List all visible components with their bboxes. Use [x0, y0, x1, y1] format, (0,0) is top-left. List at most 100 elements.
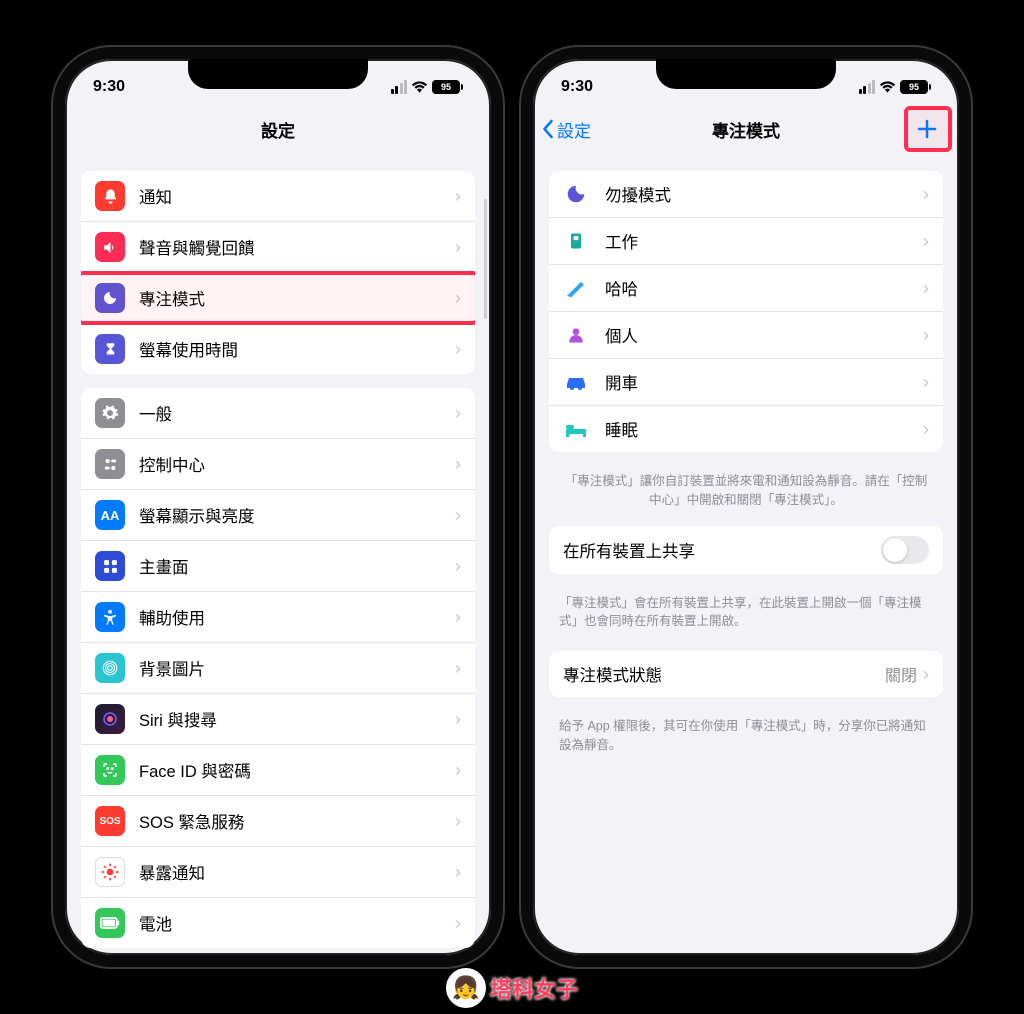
bell-icon [95, 181, 125, 211]
gear-icon [95, 398, 125, 428]
phone-left-settings: 9:30 95 設定 通知 › [53, 47, 503, 967]
row-label: 輔助使用 [139, 605, 455, 629]
row-label: 工作 [605, 229, 923, 253]
chevron-left-icon [541, 119, 554, 139]
row-notifications[interactable]: 通知 › [81, 171, 475, 222]
row-homescreen[interactable]: 主畫面 › [81, 541, 475, 592]
row-label: 主畫面 [139, 554, 455, 578]
footer-share-desc: 「專注模式」會在所有裝置上共享，在此裝置上開啟一個「專注模式」也會同時在所有裝置… [533, 588, 959, 638]
chevron-icon: › [455, 607, 461, 628]
watermark-avatar: 👧 [446, 968, 486, 1008]
phone-right-focus: 9:30 95 設定 專注模式 勿擾模式 [521, 47, 971, 967]
row-label: 在所有裝置上共享 [563, 538, 881, 562]
chevron-icon: › [455, 454, 461, 475]
moon-icon [563, 181, 589, 207]
back-label: 設定 [557, 117, 591, 142]
row-label: 螢幕使用時間 [139, 337, 455, 361]
faceid-icon [95, 755, 125, 785]
chevron-icon: › [455, 811, 461, 832]
chevron-icon: › [455, 403, 461, 424]
battery-icon [95, 908, 125, 938]
control-icon [95, 449, 125, 479]
plus-icon [915, 117, 939, 141]
exposure-icon [95, 857, 125, 887]
chevron-icon: › [455, 709, 461, 730]
add-focus-button[interactable] [905, 107, 949, 151]
battery-level: 95 [432, 80, 460, 94]
footer-modes-desc: 「專注模式」讓你自訂裝置並將來電和通知設為靜音。請在「控制中心」中開啟和關閉「專… [533, 466, 959, 512]
footer-status-desc: 給予 App 權限後，其可在你使用「專注模式」時，分享你已將通知設為靜音。 [533, 711, 959, 761]
chevron-icon: › [923, 664, 929, 685]
chevron-icon: › [923, 325, 929, 346]
row-label: 暴露通知 [139, 860, 455, 884]
status-time: 9:30 [93, 78, 125, 96]
share-toggle[interactable] [881, 536, 929, 564]
scrollbar[interactable] [484, 199, 487, 319]
row-label: 睡眠 [605, 417, 923, 441]
focus-scroll[interactable]: 勿擾模式 › 工作 › 哈哈 › 個人 [533, 153, 959, 955]
back-button[interactable]: 設定 [541, 117, 591, 142]
chevron-icon: › [455, 913, 461, 934]
row-screentime[interactable]: 螢幕使用時間 › [81, 324, 475, 374]
row-accessibility[interactable]: 輔助使用 › [81, 592, 475, 643]
chevron-icon: › [455, 658, 461, 679]
row-general[interactable]: 一般 › [81, 388, 475, 439]
row-label: 一般 [139, 401, 455, 425]
chevron-icon: › [455, 186, 461, 207]
cellular-icon [859, 80, 876, 94]
row-display[interactable]: AA 螢幕顯示與亮度 › [81, 490, 475, 541]
row-control-center[interactable]: 控制中心 › [81, 439, 475, 490]
sound-icon [95, 232, 125, 262]
chevron-icon: › [455, 339, 461, 360]
row-label: SOS 緊急服務 [139, 809, 455, 833]
row-exposure[interactable]: 暴露通知 › [81, 847, 475, 898]
row-focus[interactable]: 專注模式 › [81, 273, 475, 324]
row-dnd[interactable]: 勿擾模式 › [549, 171, 943, 218]
battery-level: 95 [900, 80, 928, 94]
row-label: 個人 [605, 323, 923, 347]
row-work[interactable]: 工作 › [549, 218, 943, 265]
row-faceid[interactable]: Face ID 與密碼 › [81, 745, 475, 796]
chevron-icon: › [923, 419, 929, 440]
pencil-icon [563, 275, 589, 301]
row-siri[interactable]: Siri 與搜尋 › [81, 694, 475, 745]
watermark-text: 塔科女子 [490, 972, 578, 1004]
chevron-icon: › [455, 288, 461, 309]
row-share-devices[interactable]: 在所有裝置上共享 [549, 526, 943, 574]
row-focus-status[interactable]: 專注模式狀態 關閉 › [549, 651, 943, 697]
row-battery[interactable]: 電池 › [81, 898, 475, 948]
bed-icon [563, 416, 589, 442]
row-haha[interactable]: 哈哈 › [549, 265, 943, 312]
notch [188, 59, 368, 89]
row-sos[interactable]: SOS SOS 緊急服務 › [81, 796, 475, 847]
row-driving[interactable]: 開車 › [549, 359, 943, 406]
row-label: 哈哈 [605, 276, 923, 300]
row-label: 控制中心 [139, 452, 455, 476]
watermark: 👧 塔科女子 [446, 968, 578, 1008]
settings-scroll[interactable]: 通知 › 聲音與觸覺回饋 › 專注模式 › [65, 153, 491, 955]
wallpaper-icon [95, 653, 125, 683]
chevron-icon: › [455, 556, 461, 577]
page-title: 專注模式 [712, 117, 780, 142]
row-label: 開車 [605, 370, 923, 394]
hourglass-icon [95, 334, 125, 364]
row-sleep[interactable]: 睡眠 › [549, 406, 943, 452]
wifi-icon [411, 81, 428, 94]
row-personal[interactable]: 個人 › [549, 312, 943, 359]
wifi-icon [879, 81, 896, 94]
settings-group-general: 一般 › 控制中心 › AA 螢幕顯示與亮度 › 主畫面 › [81, 388, 475, 948]
nav-bar: 設定 專注模式 [533, 105, 959, 153]
row-wallpaper[interactable]: 背景圖片 › [81, 643, 475, 694]
car-icon [563, 369, 589, 395]
moon-icon [95, 283, 125, 313]
sos-icon: SOS [95, 806, 125, 836]
nav-bar: 設定 [65, 105, 491, 153]
row-label: 勿擾模式 [605, 182, 923, 206]
row-sounds[interactable]: 聲音與觸覺回饋 › [81, 222, 475, 273]
battery-icon: 95 [900, 80, 931, 94]
accessibility-icon [95, 602, 125, 632]
battery-icon: 95 [432, 80, 463, 94]
chevron-icon: › [923, 278, 929, 299]
row-label: 螢幕顯示與亮度 [139, 503, 455, 527]
status-time: 9:30 [561, 78, 593, 96]
